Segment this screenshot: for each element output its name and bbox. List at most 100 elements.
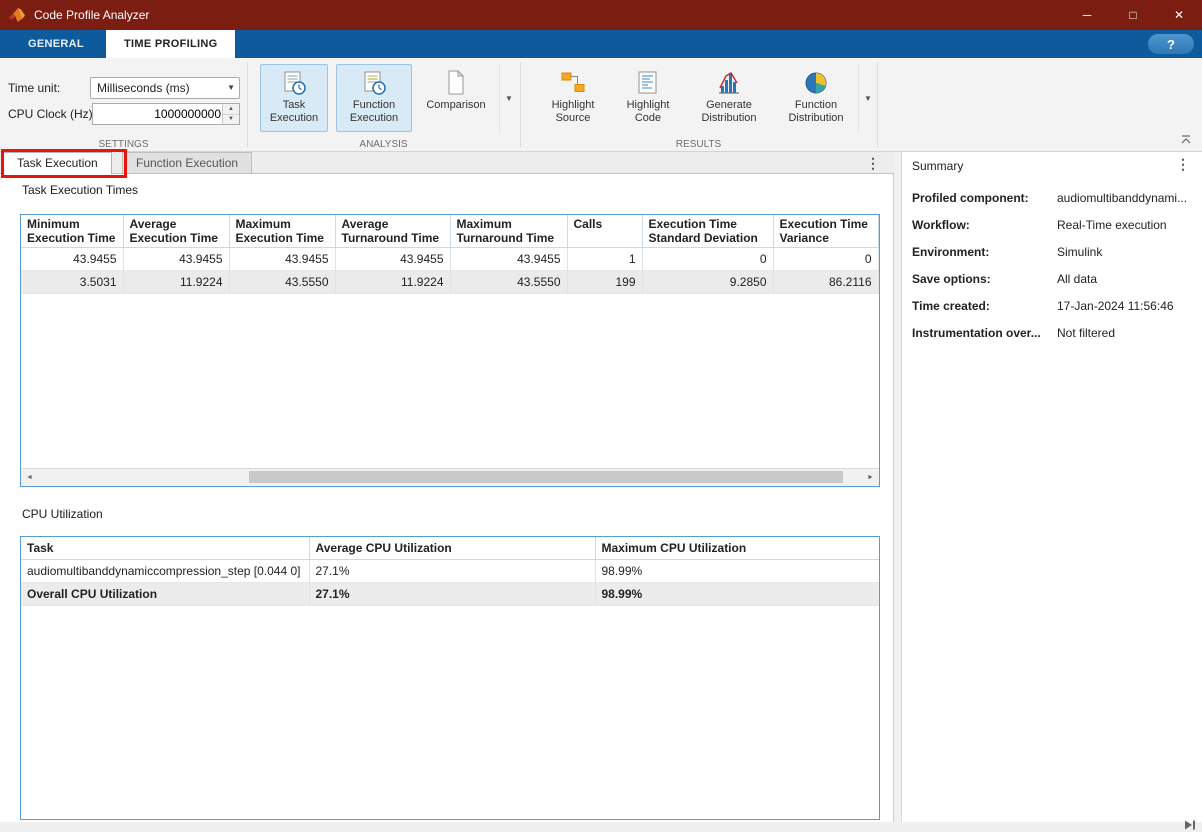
column-header[interactable]: Execution Time Standard Deviation	[642, 215, 773, 248]
title-bar: Code Profile Analyzer ─ □ ✕	[0, 0, 1202, 30]
function-execution-button-label: Function Execution	[337, 99, 411, 124]
table-cell[interactable]: 43.9455	[21, 248, 123, 271]
table-cell[interactable]: 0	[773, 248, 878, 271]
table-cell[interactable]: 27.1%	[309, 583, 595, 606]
spin-up-button[interactable]: ▲	[223, 104, 239, 115]
table-cell[interactable]: 43.9455	[335, 248, 450, 271]
summary-fields: Profiled component: audiomultibanddynami…	[902, 186, 1202, 348]
table-cell[interactable]: 43.9455	[450, 248, 567, 271]
time-unit-dropdown[interactable]: Milliseconds (ms) ▼	[90, 77, 240, 99]
task-execution-times-table: Minimum Execution TimeAverage Execution …	[21, 215, 879, 294]
comparison-button[interactable]: Comparison	[418, 64, 494, 132]
summary-row: Save options: All data	[902, 267, 1202, 294]
column-header[interactable]: Minimum Execution Time	[21, 215, 123, 248]
table-cell[interactable]: 98.99%	[595, 583, 879, 606]
panel-tab-task-execution[interactable]: Task Execution	[3, 152, 112, 174]
table-cell[interactable]: 3.5031	[21, 271, 123, 294]
highlight-source-button-label: Highlight Source	[539, 99, 607, 124]
column-header[interactable]: Average Execution Time	[123, 215, 229, 248]
results-dropdown-button[interactable]: ▼	[858, 64, 877, 132]
close-button[interactable]: ✕	[1156, 0, 1202, 30]
code-profile-analyzer-window: Code Profile Analyzer ─ □ ✕ GENERAL TIME…	[0, 0, 1202, 832]
summary-row: Time created: 17-Jan-2024 11:56:46	[902, 294, 1202, 321]
spin-up-icon: ▲	[228, 106, 234, 112]
spin-down-icon: ▼	[228, 116, 234, 122]
table-cell[interactable]: 43.9455	[229, 248, 335, 271]
help-icon: ?	[1167, 37, 1175, 52]
minimize-button[interactable]: ─	[1064, 0, 1110, 30]
column-header[interactable]: Maximum Turnaround Time	[450, 215, 567, 248]
table-cell[interactable]: 11.9224	[123, 271, 229, 294]
column-header[interactable]: Calls	[567, 215, 642, 248]
table-cell[interactable]: 43.9455	[123, 248, 229, 271]
scroll-right-button[interactable]: ►	[862, 469, 879, 485]
table-cell[interactable]: Overall CPU Utilization	[21, 583, 309, 606]
summary-field-value: 17-Jan-2024 11:56:46	[1057, 299, 1174, 313]
generate-distribution-icon	[716, 70, 742, 96]
highlight-source-button[interactable]: Highlight Source	[538, 64, 608, 132]
table-row[interactable]: 43.945543.945543.945543.945543.9455100	[21, 248, 878, 271]
table-cell[interactable]: 1	[567, 248, 642, 271]
summary-row: Workflow: Real-Time execution	[902, 213, 1202, 240]
spin-down-button[interactable]: ▼	[223, 115, 239, 125]
task-execution-button[interactable]: Task Execution	[260, 64, 328, 132]
highlight-code-button[interactable]: Highlight Code	[614, 64, 682, 132]
highlight-source-icon	[560, 70, 586, 96]
cpu-clock-label: CPU Clock (Hz):	[8, 103, 96, 125]
maximize-button[interactable]: □	[1110, 0, 1156, 30]
summary-field-label: Save options:	[912, 272, 1054, 286]
analysis-dropdown-button[interactable]: ▼	[499, 64, 518, 132]
summary-field-label: Profiled component:	[912, 191, 1054, 205]
generate-distribution-button-label: Generate Distribution	[689, 99, 769, 124]
table-cell[interactable]: audiomultibanddynamiccompression_step [0…	[21, 560, 309, 583]
table-cell[interactable]: 43.5550	[450, 271, 567, 294]
help-button[interactable]: ?	[1148, 34, 1194, 54]
column-header[interactable]: Average CPU Utilization	[309, 537, 595, 560]
table-row[interactable]: 3.503111.922443.555011.922443.55501999.2…	[21, 271, 878, 294]
table-row[interactable]: audiomultibanddynamiccompression_step [0…	[21, 560, 879, 583]
table-cell[interactable]: 98.99%	[595, 560, 879, 583]
table-cell[interactable]: 9.2850	[642, 271, 773, 294]
table-row[interactable]: Overall CPU Utilization27.1%98.99%	[21, 583, 879, 606]
task-execution-view: Task Execution Times Minimum Execution T…	[0, 174, 894, 822]
table-cell[interactable]: 86.2116	[773, 271, 878, 294]
comparison-icon	[443, 70, 469, 96]
summary-panel: Summary ⋮ Profiled component: audiomulti…	[901, 152, 1202, 822]
column-header[interactable]: Execution Time Variance	[773, 215, 878, 248]
table-cell[interactable]: 27.1%	[309, 560, 595, 583]
results-panel-tab-bar: Task Execution Function Execution ⋮	[0, 152, 894, 174]
spinner-buttons: ▲ ▼	[222, 104, 239, 124]
function-execution-button[interactable]: Function Execution	[336, 64, 412, 132]
column-header[interactable]: Task	[21, 537, 309, 560]
generate-distribution-button[interactable]: Generate Distribution	[688, 64, 770, 132]
cpu-clock-input[interactable]	[93, 104, 223, 124]
minimize-ribbon-icon[interactable]	[1180, 134, 1192, 146]
scroll-left-button[interactable]: ◄	[21, 469, 38, 485]
column-header[interactable]: Maximum Execution Time	[229, 215, 335, 248]
summary-field-value: Simulink	[1057, 245, 1102, 259]
minimize-icon: ─	[1083, 8, 1092, 22]
table-cell[interactable]: 0	[642, 248, 773, 271]
task-execution-icon	[281, 70, 307, 96]
table-cell[interactable]: 43.5550	[229, 271, 335, 294]
expand-panel-icon[interactable]	[1184, 819, 1196, 831]
summary-row: Profiled component: audiomultibanddynami…	[902, 186, 1202, 213]
toolbar-divider	[247, 62, 248, 147]
tab-time-profiling[interactable]: TIME PROFILING	[106, 30, 235, 58]
chevron-down-icon: ▼	[227, 78, 235, 98]
tab-general[interactable]: GENERAL	[10, 30, 102, 58]
function-distribution-button-label: Function Distribution	[777, 99, 855, 124]
scrollbar-thumb[interactable]	[249, 471, 843, 483]
window-controls: ─ □ ✕	[1064, 0, 1202, 30]
panel-menu-icon[interactable]: ⋮	[866, 154, 880, 172]
horizontal-scrollbar[interactable]: ◄ ►	[21, 468, 879, 486]
summary-menu-icon[interactable]: ⋮	[1176, 156, 1190, 173]
ribbon-tab-strip: GENERAL TIME PROFILING ?	[0, 30, 1202, 58]
table-cell[interactable]: 199	[567, 271, 642, 294]
panel-tab-function-execution[interactable]: Function Execution	[122, 152, 252, 174]
function-distribution-button[interactable]: Function Distribution	[776, 64, 856, 132]
column-header[interactable]: Average Turnaround Time	[335, 215, 450, 248]
column-header[interactable]: Maximum CPU Utilization	[595, 537, 879, 560]
table-cell[interactable]: 11.9224	[335, 271, 450, 294]
settings-section-label: SETTINGS	[0, 139, 247, 150]
